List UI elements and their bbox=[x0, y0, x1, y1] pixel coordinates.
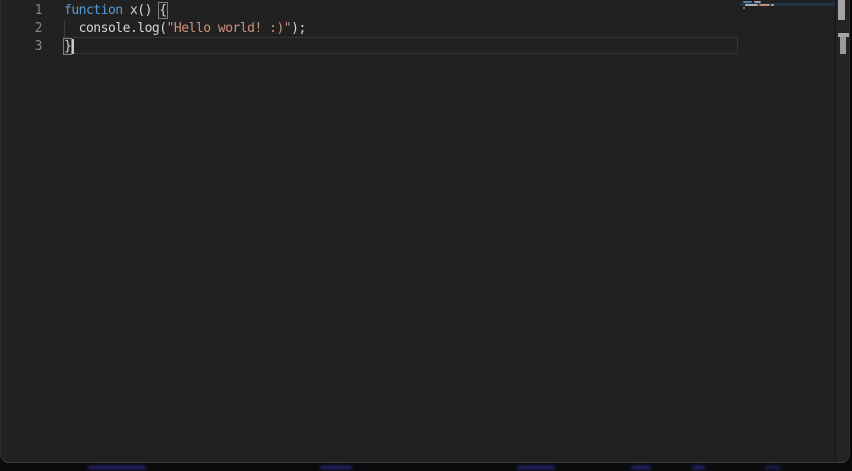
code-line-content[interactable]: } bbox=[63, 38, 75, 56]
keyword-token: function bbox=[64, 3, 123, 18]
background-glow bbox=[631, 466, 651, 469]
code-editor-window: 1 function x() { 2 console.log("Hello wo… bbox=[0, 0, 850, 463]
open-brace-bracket-match: { bbox=[158, 2, 168, 19]
background-strip bbox=[0, 463, 852, 471]
code-line-3[interactable]: 3 } bbox=[1, 38, 835, 56]
close-brace-bracket-match: } bbox=[63, 38, 72, 55]
plain-token: x() bbox=[122, 3, 160, 18]
code-editor[interactable]: 1 function x() { 2 console.log("Hello wo… bbox=[1, 0, 849, 462]
minimap[interactable] bbox=[736, 0, 835, 462]
text-cursor bbox=[72, 39, 75, 54]
plain-token: console.log( bbox=[64, 21, 167, 36]
overview-cursor-block bbox=[840, 37, 846, 54]
vertical-scrollbar[interactable] bbox=[835, 0, 849, 462]
plain-token: ); bbox=[291, 21, 306, 36]
string-token: "Hello world! :)" bbox=[166, 21, 292, 36]
minimap-line-dash bbox=[745, 3, 758, 6]
background-glow bbox=[320, 466, 352, 469]
minimap-line-dash bbox=[743, 0, 752, 3]
code-line-2[interactable]: 2 console.log("Hello world! :)"); bbox=[1, 20, 835, 38]
code-line-content[interactable]: console.log("Hello world! :)"); bbox=[64, 20, 307, 38]
scrollbar-thumb[interactable] bbox=[838, 0, 845, 20]
code-line-1[interactable]: 1 function x() { bbox=[1, 2, 835, 20]
background-glow bbox=[517, 466, 555, 469]
minimap-line-dash bbox=[759, 3, 770, 6]
minimap-line-dash bbox=[754, 0, 761, 3]
line-number-3[interactable]: 3 bbox=[1, 38, 64, 56]
code-lines: 1 function x() { 2 console.log("Hello wo… bbox=[1, 0, 835, 56]
code-line-content[interactable]: function x() { bbox=[64, 2, 168, 20]
minimap-line-dash bbox=[771, 3, 774, 6]
background-glow bbox=[692, 466, 705, 469]
background-glow bbox=[88, 466, 146, 469]
line-number-1[interactable]: 1 bbox=[1, 2, 64, 20]
minimap-line-dash bbox=[743, 6, 745, 9]
background-glow bbox=[765, 466, 781, 469]
line-number-2[interactable]: 2 bbox=[1, 20, 64, 38]
